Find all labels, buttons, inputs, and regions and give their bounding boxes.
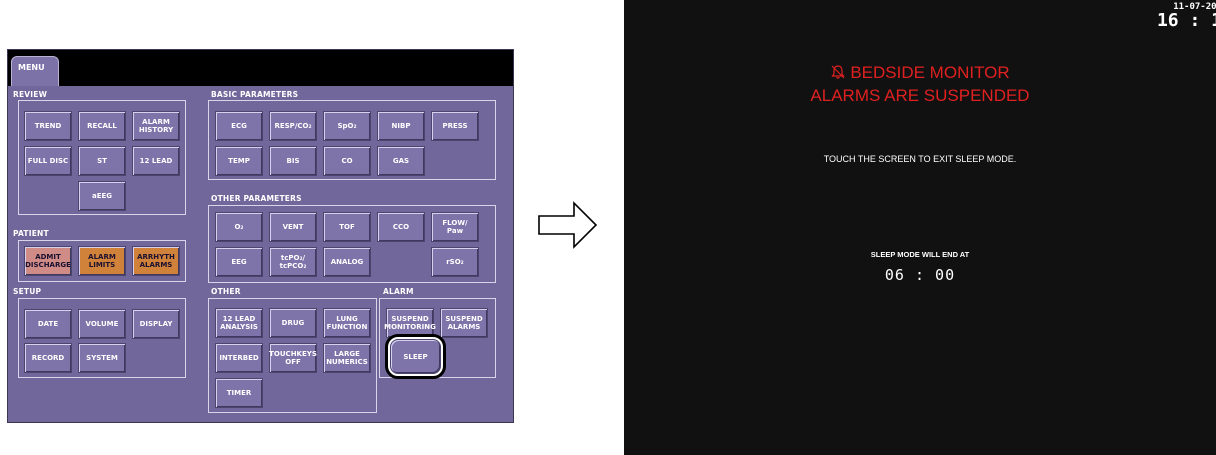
gas-button[interactable]: GAS (377, 146, 425, 176)
alarm-line1-text: BEDSIDE MONITOR (850, 63, 1010, 82)
touch-exit-message: TOUCH THE SCREEN TO EXIT SLEEP MODE. (823, 154, 1017, 164)
right-arrow-outline-icon (538, 201, 598, 249)
vent-button[interactable]: VENT (269, 212, 317, 242)
trend-button[interactable]: TREND (24, 111, 72, 141)
alarm-suspended-heading: BEDSIDE MONITOR (624, 63, 1216, 83)
st-button[interactable]: ST (78, 146, 126, 176)
tcpo2-tcpco2-button[interactable]: tcPO₂/ tcPCO₂ (269, 247, 317, 277)
setup-section-title: SETUP (13, 287, 42, 296)
lung-function-button[interactable]: LUNG FUNCTION (323, 308, 371, 338)
12-lead-analysis-button[interactable]: 12 LEAD ANALYSIS (215, 308, 263, 338)
basic-parameters-section-title: BASIC PARAMETERS (211, 90, 299, 99)
suspend-alarms-button[interactable]: SUSPEND ALARMS (440, 308, 488, 338)
sleep-end-label: SLEEP MODE WILL END AT (870, 250, 970, 259)
alarm-line2-text: ALARMS ARE SUSPENDED (810, 86, 1030, 105)
touchkeys-off-button[interactable]: TOUCHKEYS OFF (269, 343, 317, 373)
analog-button[interactable]: ANALOG (323, 247, 371, 277)
other-section-title: OTHER (211, 287, 241, 296)
aeeg-button[interactable]: aEEG (78, 181, 126, 211)
volume-button[interactable]: VOLUME (78, 309, 126, 339)
12-lead-button[interactable]: 12 LEAD (132, 146, 180, 176)
cco-button[interactable]: CCO (377, 212, 425, 242)
clock-label: 16 : 1 (1156, 10, 1216, 31)
date-button[interactable]: DATE (24, 309, 72, 339)
sleep-button[interactable]: SLEEP (390, 339, 441, 374)
alarm-section-title: ALARM (383, 287, 414, 296)
arrhyth-alarms-button[interactable]: ARRHYTH ALARMS (132, 246, 180, 276)
temp-button[interactable]: TEMP (215, 146, 263, 176)
eeg-button[interactable]: EEG (215, 247, 263, 277)
alarm-limits-button[interactable]: ALARM LIMITS (78, 246, 126, 276)
spo2-button[interactable]: SpO₂ (323, 111, 371, 141)
large-numerics-button[interactable]: LARGE NUMERICS (323, 343, 371, 373)
recall-button[interactable]: RECALL (78, 111, 126, 141)
full-disc-button[interactable]: FULL DISC (24, 146, 72, 176)
patient-section-title: PATIENT (13, 229, 49, 238)
drug-button[interactable]: DRUG (269, 308, 317, 338)
menu-panel: MENU REVIEW TREND RECALL ALARM HISTORY F… (7, 49, 514, 423)
alarm-bell-crossed-icon (831, 65, 846, 79)
tof-button[interactable]: TOF (323, 212, 371, 242)
timer-button[interactable]: TIMER (215, 378, 263, 408)
o2-button[interactable]: O₂ (215, 212, 263, 242)
co-button[interactable]: CO (323, 146, 371, 176)
menu-top-bar: MENU (8, 50, 513, 86)
sleep-mode-screen[interactable]: 11-07-201 16 : 1 BEDSIDE MONITOR ALARMS … (624, 0, 1216, 455)
tab-menu[interactable]: MENU (11, 56, 59, 86)
sleep-highlight-ring: SLEEP (385, 334, 446, 379)
nibp-button[interactable]: NIBP (377, 111, 425, 141)
record-button[interactable]: RECORD (24, 343, 72, 373)
other-parameters-section-title: OTHER PARAMETERS (211, 194, 302, 203)
alarm-history-button[interactable]: ALARM HISTORY (132, 111, 180, 141)
display-button[interactable]: DISPLAY (132, 309, 180, 339)
interbed-button[interactable]: INTERBED (215, 343, 263, 373)
review-section-title: REVIEW (13, 90, 48, 99)
system-button[interactable]: SYSTEM (78, 343, 126, 373)
rso2-button[interactable]: rSO₂ (431, 247, 479, 277)
press-button[interactable]: PRESS (431, 111, 479, 141)
flow-paw-button[interactable]: FLOW/ Paw (431, 212, 479, 242)
sleep-end-time: 06 : 00 (884, 266, 956, 284)
bis-button[interactable]: BIS (269, 146, 317, 176)
admit-discharge-button[interactable]: ADMIT DISCHARGE (24, 246, 72, 276)
resp-co2-button[interactable]: RESP/CO₂ (269, 111, 317, 141)
ecg-button[interactable]: ECG (215, 111, 263, 141)
